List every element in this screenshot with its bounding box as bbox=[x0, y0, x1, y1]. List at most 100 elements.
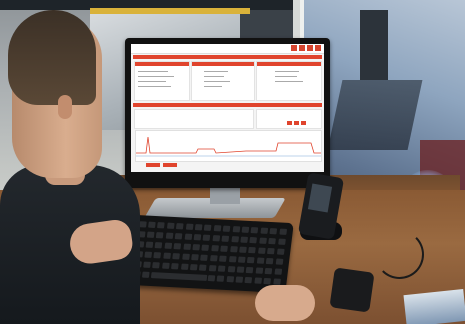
footer-button-2[interactable] bbox=[163, 163, 177, 167]
keyboard-key[interactable] bbox=[161, 262, 170, 269]
value-line bbox=[275, 81, 303, 82]
keyboard-key[interactable] bbox=[256, 257, 265, 264]
keyboard-key[interactable] bbox=[221, 235, 230, 242]
keyboard-key[interactable] bbox=[263, 277, 272, 285]
keyboard-key[interactable] bbox=[166, 222, 175, 229]
keyboard-key[interactable] bbox=[193, 234, 202, 241]
keyboard-key[interactable] bbox=[212, 235, 220, 242]
keyboard-key[interactable] bbox=[275, 258, 284, 265]
keyboard-key[interactable] bbox=[235, 276, 244, 283]
keyboard-key[interactable] bbox=[247, 257, 255, 264]
keyboard-key[interactable] bbox=[183, 243, 191, 250]
lower-right-panel bbox=[256, 109, 322, 129]
keyboard-key[interactable] bbox=[204, 224, 212, 231]
keyboard-key[interactable] bbox=[199, 264, 207, 271]
keyboard-key[interactable] bbox=[146, 231, 155, 238]
footer-button-1[interactable] bbox=[146, 163, 160, 167]
keyboard-key[interactable] bbox=[265, 257, 274, 265]
keyboard-key[interactable] bbox=[259, 237, 267, 244]
keyboard-key[interactable] bbox=[267, 247, 275, 255]
keyboard-key[interactable] bbox=[153, 252, 162, 259]
small-action-button[interactable] bbox=[294, 121, 299, 125]
keyboard-key[interactable] bbox=[255, 267, 264, 274]
keyboard-key[interactable] bbox=[277, 238, 286, 245]
keyboard-key[interactable] bbox=[185, 223, 194, 230]
small-action-button[interactable] bbox=[287, 121, 292, 125]
keyboard-key[interactable] bbox=[152, 262, 161, 269]
keyboard-key[interactable] bbox=[240, 236, 249, 243]
keyboard-key[interactable] bbox=[244, 276, 253, 284]
keyboard-key[interactable] bbox=[228, 256, 237, 263]
keyboard-key[interactable] bbox=[226, 275, 234, 283]
keyboard-key[interactable] bbox=[165, 232, 174, 239]
spacebar-key[interactable] bbox=[150, 272, 208, 281]
keyboard-key[interactable] bbox=[163, 252, 171, 259]
keyboard-key[interactable] bbox=[246, 266, 254, 274]
office-photo bbox=[0, 0, 465, 324]
keyboard-key[interactable] bbox=[216, 275, 225, 282]
keyboard-key[interactable] bbox=[268, 238, 277, 245]
toolbar-button-4[interactable] bbox=[315, 45, 321, 51]
keyboard-key[interactable] bbox=[200, 254, 209, 261]
keyboard-key[interactable] bbox=[264, 267, 273, 275]
keyboard-key[interactable] bbox=[143, 261, 151, 268]
keyboard-key[interactable] bbox=[227, 266, 236, 273]
keyboard-key[interactable] bbox=[222, 225, 231, 232]
keyboard-key[interactable] bbox=[171, 263, 179, 270]
keyboard-key[interactable] bbox=[157, 222, 166, 229]
middle-panel-header bbox=[192, 62, 254, 66]
keyboard-key[interactable] bbox=[213, 225, 222, 232]
keyboard-key[interactable] bbox=[180, 263, 189, 270]
keyboard-key[interactable] bbox=[239, 246, 247, 253]
keyboard-key[interactable] bbox=[219, 255, 227, 262]
keyboard-key[interactable] bbox=[229, 246, 238, 253]
keyboard-key[interactable] bbox=[237, 256, 246, 263]
keyboard-key[interactable] bbox=[257, 247, 266, 254]
keyboard-key[interactable] bbox=[148, 221, 156, 228]
keyboard-key[interactable] bbox=[164, 242, 172, 249]
keyboard-key[interactable] bbox=[278, 228, 287, 235]
keyboard-key[interactable] bbox=[156, 232, 164, 239]
keyboard-key[interactable] bbox=[194, 224, 203, 231]
keyboard-key[interactable] bbox=[260, 227, 268, 234]
keyboard-key[interactable] bbox=[154, 242, 163, 249]
keyboard-key[interactable] bbox=[232, 226, 240, 233]
keyboard-key[interactable] bbox=[208, 265, 217, 272]
keyboard-key[interactable] bbox=[181, 253, 190, 260]
keyboard-key[interactable] bbox=[276, 248, 285, 255]
keyboard-key[interactable] bbox=[241, 226, 250, 233]
keyboard-key[interactable] bbox=[202, 234, 211, 241]
keyboard-key[interactable] bbox=[184, 233, 192, 240]
keyboard-key[interactable] bbox=[207, 275, 216, 282]
keyboard-key[interactable] bbox=[272, 278, 281, 285]
keyboard-key[interactable] bbox=[254, 277, 262, 284]
keyboard-key[interactable] bbox=[174, 233, 183, 240]
keyboard-key[interactable] bbox=[209, 255, 218, 262]
keyboard-key[interactable] bbox=[173, 243, 182, 250]
keyboard-key[interactable] bbox=[250, 227, 259, 234]
keyboard-key[interactable] bbox=[274, 268, 282, 275]
toolbar-button-2[interactable] bbox=[299, 45, 305, 51]
small-action-button[interactable] bbox=[301, 121, 306, 125]
keyboard-key[interactable] bbox=[191, 254, 199, 261]
keyboard-key[interactable] bbox=[172, 253, 181, 260]
keyboard-key[interactable] bbox=[141, 271, 150, 278]
keyboard-key[interactable] bbox=[248, 247, 257, 254]
keyboard-key[interactable] bbox=[144, 251, 153, 258]
keyboard-key[interactable] bbox=[176, 223, 184, 230]
documents-stack bbox=[403, 288, 465, 324]
toolbar-button-3[interactable] bbox=[307, 45, 313, 51]
keyboard-key[interactable] bbox=[145, 241, 154, 248]
keyboard-key[interactable] bbox=[220, 245, 229, 252]
value-line bbox=[275, 76, 297, 77]
keyboard-key[interactable] bbox=[249, 237, 258, 244]
keyboard-key[interactable] bbox=[236, 266, 245, 273]
toolbar-button-1[interactable] bbox=[291, 45, 297, 51]
keyboard-key[interactable] bbox=[189, 264, 198, 271]
keyboard-key[interactable] bbox=[201, 244, 210, 251]
keyboard-key[interactable] bbox=[230, 236, 239, 243]
keyboard-key[interactable] bbox=[211, 245, 219, 252]
keyboard-key[interactable] bbox=[192, 244, 201, 251]
keyboard-key[interactable] bbox=[269, 228, 278, 235]
keyboard-key[interactable] bbox=[217, 265, 226, 272]
